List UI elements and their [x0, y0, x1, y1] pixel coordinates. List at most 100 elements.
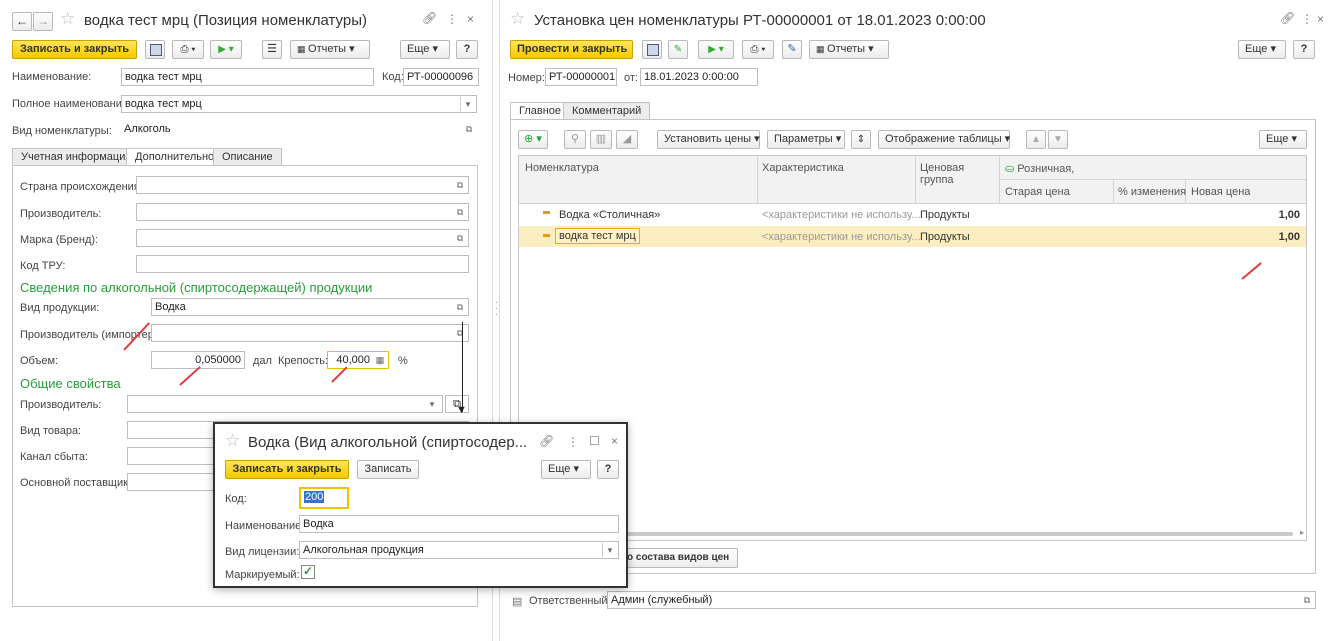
star-icon[interactable]: ☆: [225, 431, 240, 451]
close-icon[interactable]: ×: [611, 434, 618, 448]
move-up-icon[interactable]: ▲: [1026, 130, 1046, 149]
move-down-icon[interactable]: ▼: [1048, 130, 1068, 149]
help-button[interactable]: ?: [456, 40, 478, 59]
barcode-icon[interactable]: ▥: [590, 130, 612, 149]
splitter-handle[interactable]: · · ·: [495, 298, 498, 320]
save-icon[interactable]: [145, 40, 165, 59]
back-button[interactable]: ←: [12, 12, 32, 31]
menu-icon[interactable]: ⋮: [446, 12, 458, 26]
connector-arrowhead: ▼: [456, 404, 467, 416]
producer-field[interactable]: ⧉: [136, 203, 469, 221]
item-icon: [543, 234, 550, 237]
horizontal-scrollbar[interactable]: ▸: [521, 528, 1304, 538]
link-icon[interactable]: 🔗︎: [539, 434, 554, 448]
fullname-field[interactable]: водка тест мрц ▾: [121, 95, 477, 113]
popup-marked-label: Маркируемый:: [225, 569, 300, 581]
popup-help-button[interactable]: ?: [597, 460, 619, 479]
tru-field[interactable]: [136, 255, 469, 273]
col-price-group[interactable]: Ценовая группа: [920, 162, 980, 186]
search-icon[interactable]: ⚲: [564, 130, 586, 149]
tab-accounting[interactable]: Учетная информация: [12, 148, 141, 166]
link-icon[interactable]: 🔗︎: [422, 11, 437, 25]
tab-comment[interactable]: Комментарий: [563, 102, 651, 120]
dropdown-icon[interactable]: ▾: [425, 397, 439, 411]
strength-unit: %: [398, 355, 408, 367]
number-label: Номер:: [508, 72, 545, 84]
producer2-field[interactable]: ▾: [127, 395, 443, 413]
tab-additional[interactable]: Дополнительно: [126, 148, 224, 166]
popup-code-field[interactable]: 200: [299, 487, 349, 509]
reports-button[interactable]: ▦ Отчеты ▾: [809, 40, 889, 59]
col-retail[interactable]: ⛀ Розничная,: [1005, 162, 1074, 175]
print-icon[interactable]: ⎙ ▾: [172, 40, 204, 59]
popup-more-button[interactable]: Еще ▾: [541, 460, 591, 479]
dropdown-icon[interactable]: ▾: [460, 97, 475, 111]
help-button[interactable]: ?: [1293, 40, 1315, 59]
print-icon[interactable]: ⎙ ▾: [742, 40, 774, 59]
more-button[interactable]: Еще ▾: [1238, 40, 1286, 59]
close-icon[interactable]: ×: [467, 12, 474, 26]
save-close-button[interactable]: Записать и закрыть: [12, 40, 137, 59]
popup-save-button[interactable]: Записать: [357, 460, 419, 479]
col-nomenclature[interactable]: Номенклатура: [525, 162, 599, 174]
popup-license-field[interactable]: Алкогольная продукция ▾: [299, 541, 619, 559]
compose-price-types-button[interactable]: о состава видов цен: [620, 548, 738, 568]
edit-icon[interactable]: ✎: [782, 40, 802, 59]
name-field[interactable]: водка тест мрц: [121, 68, 374, 86]
create-based-icon[interactable]: ▶ ▾: [210, 40, 242, 59]
kind-field[interactable]: Алкоголь ⧉: [121, 121, 477, 139]
table-row-selected[interactable]: водка тест мрц <характеристики не исполь…: [519, 226, 1306, 247]
table-view-button[interactable]: Отображение таблицы ▾: [878, 130, 1010, 149]
importer-field[interactable]: ⧉: [151, 324, 469, 342]
link-icon[interactable]: 🔗︎: [1280, 11, 1295, 25]
post-icon[interactable]: ✎: [668, 40, 688, 59]
forward-button[interactable]: →: [33, 12, 53, 31]
open-icon[interactable]: ⧉: [453, 178, 467, 192]
post-close-button[interactable]: Провести и закрыть: [510, 40, 633, 59]
eraser-icon[interactable]: ◢: [616, 130, 638, 149]
star-icon[interactable]: ☆: [510, 9, 525, 29]
table-row[interactable]: Водка «Столичная» <характеристики не исп…: [519, 205, 1306, 225]
popup-name-field[interactable]: Водка: [299, 515, 619, 533]
col-new-price[interactable]: Новая цена: [1191, 186, 1250, 198]
open-icon[interactable]: ⧉: [453, 300, 467, 314]
product-kind-field[interactable]: Водка ⧉: [151, 298, 469, 316]
add-button[interactable]: ⊕ ▾: [518, 130, 548, 149]
brand-field[interactable]: ⧉: [136, 229, 469, 247]
list-icon[interactable]: ☰: [262, 40, 282, 59]
code-field[interactable]: РТ-00000096: [403, 68, 479, 86]
col-old-price[interactable]: Старая цена: [1005, 186, 1070, 198]
open-icon[interactable]: ⧉: [453, 326, 467, 340]
star-icon[interactable]: ☆: [60, 9, 75, 29]
open-icon[interactable]: ⧉: [1300, 593, 1314, 607]
params-button[interactable]: Параметры ▾: [767, 130, 845, 149]
country-field[interactable]: ⧉: [136, 176, 469, 194]
marked-checkbox[interactable]: ✓: [301, 565, 315, 579]
save-icon[interactable]: [642, 40, 662, 59]
maximize-icon[interactable]: ☐: [589, 434, 600, 448]
date-field[interactable]: 18.01.2023 0:00:00: [640, 68, 758, 86]
close-icon[interactable]: ×: [1317, 12, 1324, 26]
strength-field[interactable]: 40,000 ▦: [327, 351, 389, 369]
create-based-icon[interactable]: ▶ ▾: [698, 40, 734, 59]
open-icon[interactable]: ⧉: [453, 205, 467, 219]
expand-icon[interactable]: ⇕: [851, 130, 871, 149]
open-icon[interactable]: ⧉: [462, 122, 476, 136]
menu-icon[interactable]: ⋮: [1301, 12, 1313, 26]
dropdown-icon[interactable]: ▾: [602, 543, 617, 557]
reports-button[interactable]: ▦ Отчеты ▾: [290, 40, 370, 59]
more-button[interactable]: Еще ▾: [400, 40, 450, 59]
tab-main[interactable]: Главное: [510, 102, 571, 120]
set-prices-button[interactable]: Установить цены ▾: [657, 130, 760, 149]
more-table-button[interactable]: Еще ▾: [1259, 130, 1307, 149]
open-icon[interactable]: ⧉: [453, 231, 467, 245]
responsible-field[interactable]: Админ (служебный) ⧉: [607, 591, 1316, 609]
col-characteristic[interactable]: Характеристика: [762, 162, 844, 174]
menu-icon[interactable]: ⋮: [567, 435, 579, 449]
col-pct-change[interactable]: % изменения: [1118, 186, 1186, 198]
popup-save-close-button[interactable]: Записать и закрыть: [225, 460, 349, 479]
connector-line: [462, 322, 463, 412]
number-field[interactable]: РТ-00000001: [545, 68, 617, 86]
tab-description[interactable]: Описание: [213, 148, 282, 166]
calculator-icon[interactable]: ▦: [373, 353, 387, 367]
